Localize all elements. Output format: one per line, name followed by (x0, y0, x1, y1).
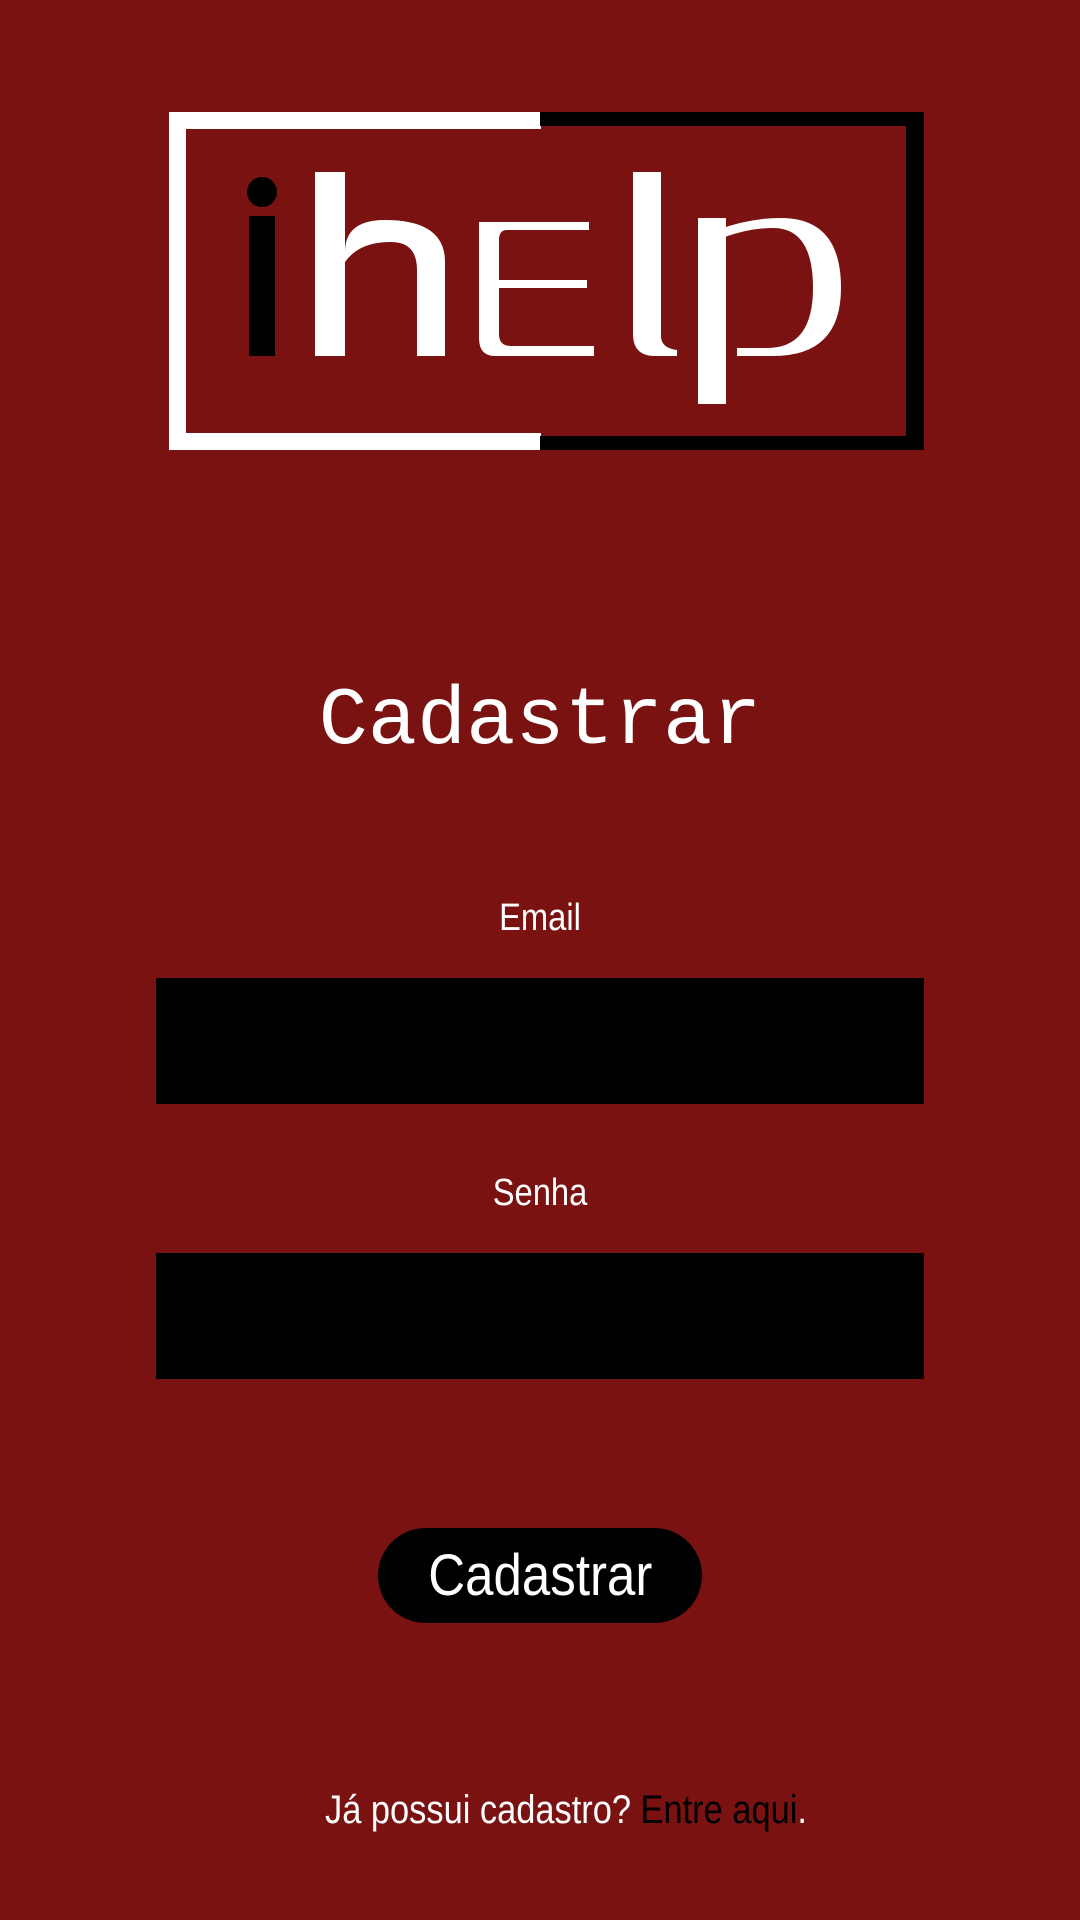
password-field[interactable] (156, 1253, 924, 1379)
page-title: Cadastrar (318, 675, 762, 768)
login-prompt-suffix: . (797, 1788, 807, 1832)
email-field[interactable] (156, 978, 924, 1104)
email-label: Email (499, 897, 581, 939)
password-label: Senha (492, 1172, 588, 1214)
login-link[interactable]: Entre aqui (640, 1788, 797, 1832)
register-button[interactable]: Cadastrar (378, 1528, 702, 1623)
app-logo (169, 112, 924, 450)
login-prompt-text: Já possui cadastro? Entre aqui. (273, 1785, 807, 1835)
login-prompt-question: Já possui cadastro? (324, 1788, 641, 1832)
register-button-label: Cadastrar (427, 1543, 653, 1608)
login-prompt: Já possui cadastro? Entre aqui. (0, 1785, 1080, 1835)
